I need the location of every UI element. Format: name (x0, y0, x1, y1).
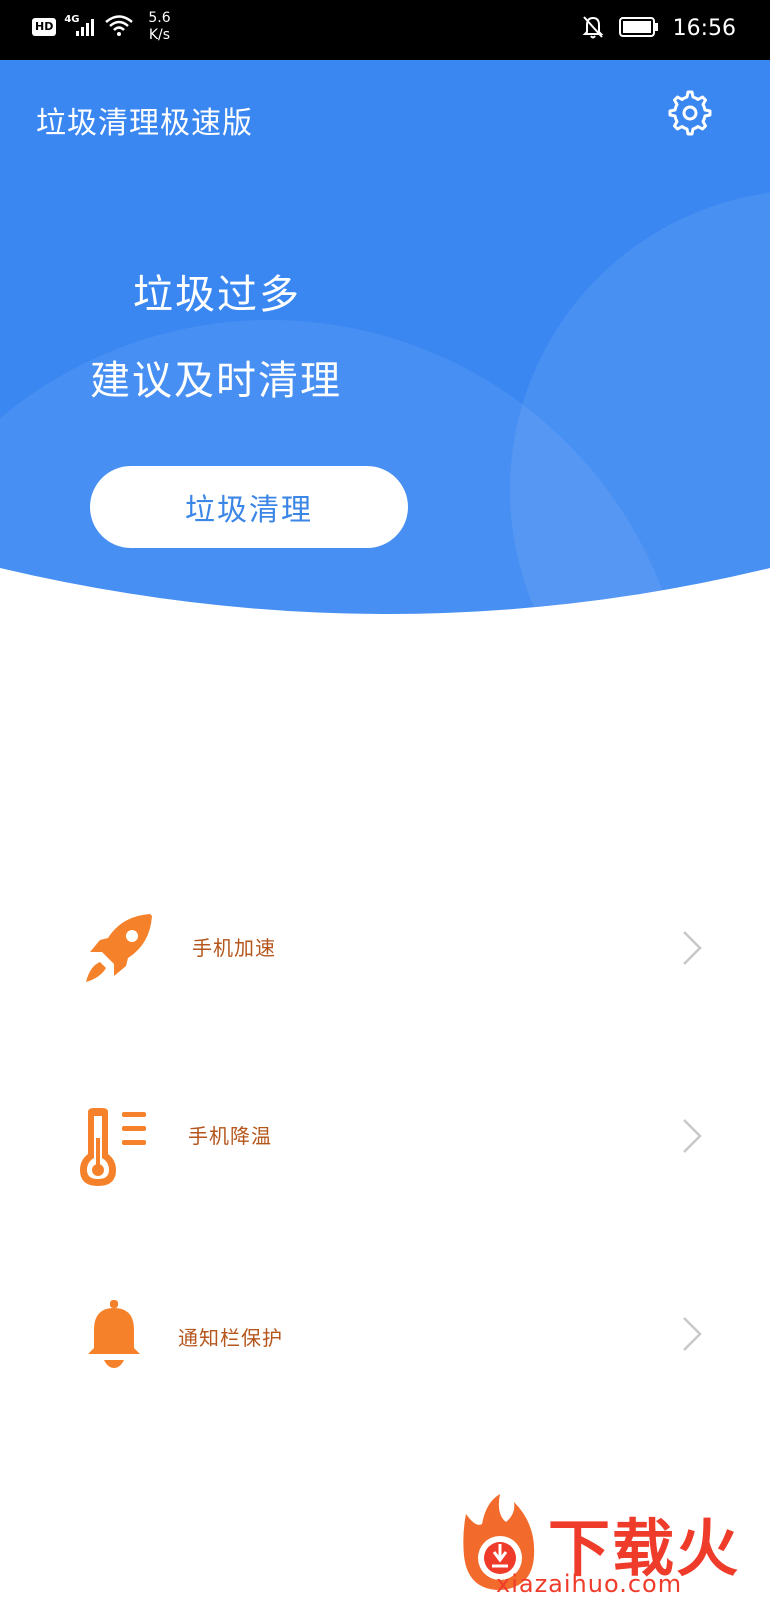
watermark: 下载火 xiazaihuo.com (456, 1494, 770, 1600)
mute-bell-icon (581, 14, 605, 44)
speed-value: 5.6 (148, 10, 171, 26)
feature-label-notification-protection: 通知栏保护 (178, 1326, 283, 1350)
wifi-icon (104, 13, 134, 41)
hero-banner: 垃圾清理极速版 垃圾过多 建议及时清理 垃圾清理 (0, 60, 770, 620)
chevron-right-icon (680, 1314, 704, 1354)
battery-icon (618, 16, 659, 42)
clock: 16:56 (672, 16, 736, 41)
feature-row-phone-boost[interactable]: 手机加速 (0, 892, 770, 1002)
speed-unit: K/s (148, 27, 171, 43)
feature-label-phone-boost: 手机加速 (192, 936, 276, 960)
bell-icon (84, 1300, 164, 1380)
thermometer-icon (80, 1108, 160, 1188)
status-bar: HD 4G 5.6 K/s 16:56 (0, 0, 770, 60)
watermark-url: xiazaihuo.com (496, 1570, 683, 1598)
hero-headline-1: 垃圾过多 (133, 272, 301, 318)
status-bar-right: 16:56 (581, 14, 736, 44)
app-title: 垃圾清理极速版 (36, 106, 253, 141)
feature-row-notification-protection[interactable]: 通知栏保护 (0, 1288, 770, 1398)
hero-headline-2: 建议及时清理 (90, 358, 342, 404)
rocket-icon (80, 910, 160, 990)
feature-row-phone-cooling[interactable]: 手机降温 (0, 1090, 770, 1200)
clean-junk-button[interactable]: 垃圾清理 (90, 466, 408, 548)
chevron-right-icon (680, 1116, 704, 1156)
settings-button[interactable] (662, 86, 714, 138)
signal-icon: 4G (64, 14, 96, 38)
clean-junk-button-label: 垃圾清理 (185, 493, 313, 528)
chevron-right-icon (680, 928, 704, 968)
network-speed: 5.6 K/s (148, 10, 170, 44)
status-bar-left: HD 4G 5.6 K/s (32, 10, 171, 44)
gear-icon (668, 90, 712, 136)
feature-label-phone-cooling: 手机降温 (188, 1124, 272, 1148)
hd-badge: HD (32, 18, 57, 36)
